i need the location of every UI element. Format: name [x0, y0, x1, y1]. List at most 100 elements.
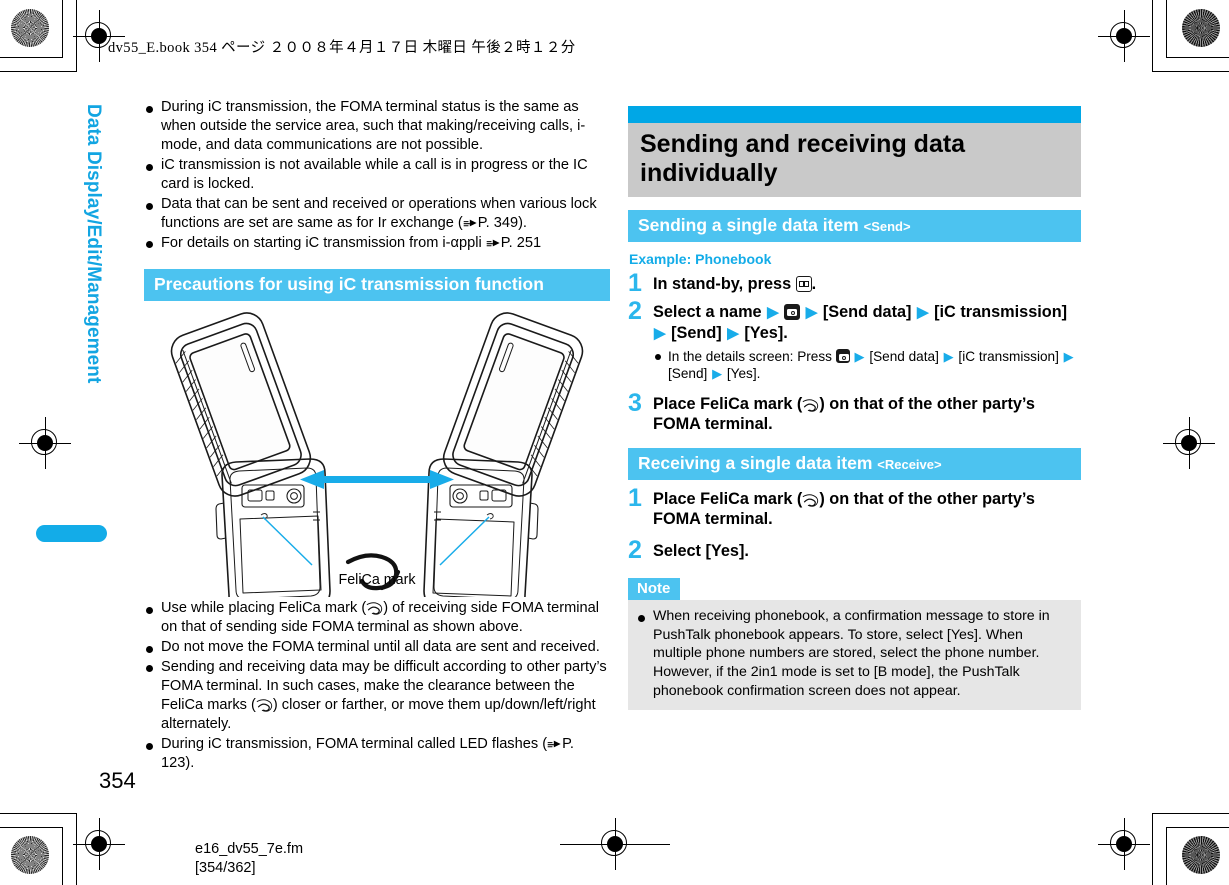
precaution-bullet-list: Use while placing FeliCa mark () of rece… [144, 599, 610, 773]
subnote-part-5: [Yes]. [726, 366, 761, 382]
step-text: Select [Yes]. [653, 541, 749, 560]
send-step-3: 3 Place FeliCa mark () on that of the ot… [628, 388, 1081, 435]
felica-mark-icon [256, 699, 273, 712]
felica-mark-icon [802, 493, 819, 507]
list-item: During iC transmission, the FOMA termina… [144, 98, 610, 156]
camera-key-icon [835, 348, 850, 363]
list-item: Do not move the FOMA terminal until all … [144, 638, 610, 657]
crop-line-bottom-left-v [62, 827, 63, 885]
main-heading-accent-strip [628, 106, 1081, 123]
chevron-right-icon: ▶ [727, 325, 739, 342]
crop-line-top-right-v2 [1152, 0, 1153, 72]
note-block: Note When receiving phonebook, a confirm… [628, 578, 1081, 710]
book-header-line: dv55_E.book 354 ページ ２００８年４月１７日 木曜日 午後２時１… [108, 40, 576, 56]
step-text: Place FeliCa mark () on that of the othe… [653, 394, 1035, 434]
chevron-right-icon: ▶ [654, 325, 666, 342]
receive-step-1: 1 Place FeliCa mark () on that of the ot… [628, 483, 1081, 530]
step-text: In stand-by, press . [653, 274, 1081, 295]
receive-step-2: 2 Select [Yes]. [628, 535, 1081, 564]
subnote-part-2: [Send data] [869, 348, 939, 364]
phonebook-key-icon [795, 276, 812, 292]
page-reference-icon [486, 239, 500, 247]
crop-line-top-left-h2 [0, 71, 77, 72]
list-item: Data that can be sent and received or op… [144, 195, 610, 233]
chevron-right-icon: ▶ [943, 348, 954, 364]
registration-starburst-top-right [1182, 9, 1220, 47]
list-item: Use while placing FeliCa mark () of rece… [144, 599, 610, 637]
step-number: 1 [628, 269, 642, 297]
file-name: e16_dv55_7e.fm [195, 841, 304, 857]
registration-target-bottom-left [73, 818, 125, 870]
example-label: Example: Phonebook [629, 251, 772, 267]
subnote-part-4: [Send] [668, 366, 708, 382]
section-bar-receive-title: Receiving a single data item [638, 452, 873, 473]
step-number: 3 [628, 388, 642, 417]
chevron-right-icon: ▶ [712, 366, 723, 382]
page-range: [354/362] [195, 860, 256, 876]
illustration-caption: FeliCa mark [338, 572, 416, 589]
registration-starburst-top-left [11, 9, 49, 47]
list-item: During iC transmission, FOMA terminal ca… [144, 735, 610, 773]
section-bar-send-tag: <Send> [863, 219, 911, 234]
crop-line-bottom-left-v2 [76, 813, 77, 885]
chapter-side-tab-marker [36, 525, 107, 542]
section-bar-precautions: Precautions for using iC transmission fu… [144, 269, 610, 302]
crop-line-top-left-v2 [76, 0, 77, 72]
step-text-after: . [811, 275, 817, 293]
crop-line-top-left-v [62, 0, 63, 58]
crop-line-bottom-right-v [1166, 827, 1167, 885]
note-label: Note [628, 578, 681, 601]
felica-mark-icon [366, 602, 383, 615]
right-column: Sending and receiving data individually … [628, 106, 1081, 710]
list-item: In the details screen: Press ▶ [Send dat… [653, 348, 1081, 383]
chevron-right-icon: ▶ [1063, 348, 1074, 364]
crop-line-bottom-left-h [0, 827, 63, 828]
intro-bullet-list: During iC transmission, the FOMA termina… [144, 98, 610, 253]
step-number: 1 [628, 483, 642, 512]
crop-line-top-right-h [1166, 57, 1229, 58]
step-number: 2 [628, 535, 642, 564]
felica-mark-icon [802, 398, 819, 412]
main-heading-block: Sending and receiving data individually [628, 106, 1081, 197]
page-number: 354 [99, 768, 136, 793]
registration-starburst-bottom-left [11, 836, 49, 874]
step-part-5: [Yes]. [744, 324, 788, 342]
section-bar-send-title: Sending a single data item [638, 215, 859, 235]
chevron-right-icon: ▶ [917, 303, 929, 321]
registration-target-mid-right [1163, 417, 1215, 469]
felica-phones-illustration: . FeliCa mark [144, 307, 610, 610]
page-reference-icon [547, 740, 561, 748]
step-part-4: [Send] [671, 324, 722, 342]
list-item: For details on starting iC transmission … [144, 234, 610, 253]
crop-line-bottom-right-h2 [1152, 813, 1229, 814]
step-text: Place FeliCa mark () on that of the othe… [653, 489, 1035, 529]
section-bar-receive-tag: <Receive> [877, 456, 942, 472]
list-item: Sending and receiving data may be diffic… [144, 658, 610, 735]
registration-target-bottom-right [1098, 818, 1150, 870]
chevron-right-icon: ▶ [854, 348, 865, 364]
left-column: During iC transmission, the FOMA termina… [144, 98, 610, 774]
crop-line-top-right-h2 [1152, 71, 1229, 72]
main-heading-body: Sending and receiving data individually [628, 123, 1081, 197]
list-item: When receiving phonebook, a confirmation… [636, 607, 1071, 700]
note-box: When receiving phonebook, a confirmation… [628, 600, 1081, 710]
crop-line-bottom-right-v2 [1152, 813, 1153, 885]
source-file-footer: e16_dv55_7e.fm [354/362] [195, 840, 303, 878]
subnote-lead: In the details screen: Press [668, 348, 832, 364]
chevron-right-icon: ▶ [767, 303, 779, 321]
crop-line-bottom-left-h2 [0, 813, 77, 814]
phones-diagram: . [170, 312, 584, 610]
subnote-part-3: [iC transmission] [958, 348, 1059, 364]
registration-target-top-right [1098, 10, 1150, 62]
crop-line-bottom-center-h [560, 844, 670, 845]
registration-starburst-bottom-right [1182, 836, 1220, 874]
step-part-1: Select a name [653, 302, 762, 321]
data-exchange-arrow [300, 470, 454, 490]
step-text-before: In stand-by, press [653, 275, 792, 293]
send-step-2: 2 Select a name ▶ ▶ [Send data] ▶ [iC tr… [628, 298, 1081, 383]
list-item: iC transmission is not available while a… [144, 156, 610, 194]
send-step-2-subnote: In the details screen: Press ▶ [Send dat… [653, 348, 1081, 383]
page-title: Sending and receiving data individually [640, 130, 966, 187]
step-part-2: [Send data] [822, 302, 912, 321]
section-bar-receive: Receiving a single data item <Receive> [628, 447, 1081, 480]
